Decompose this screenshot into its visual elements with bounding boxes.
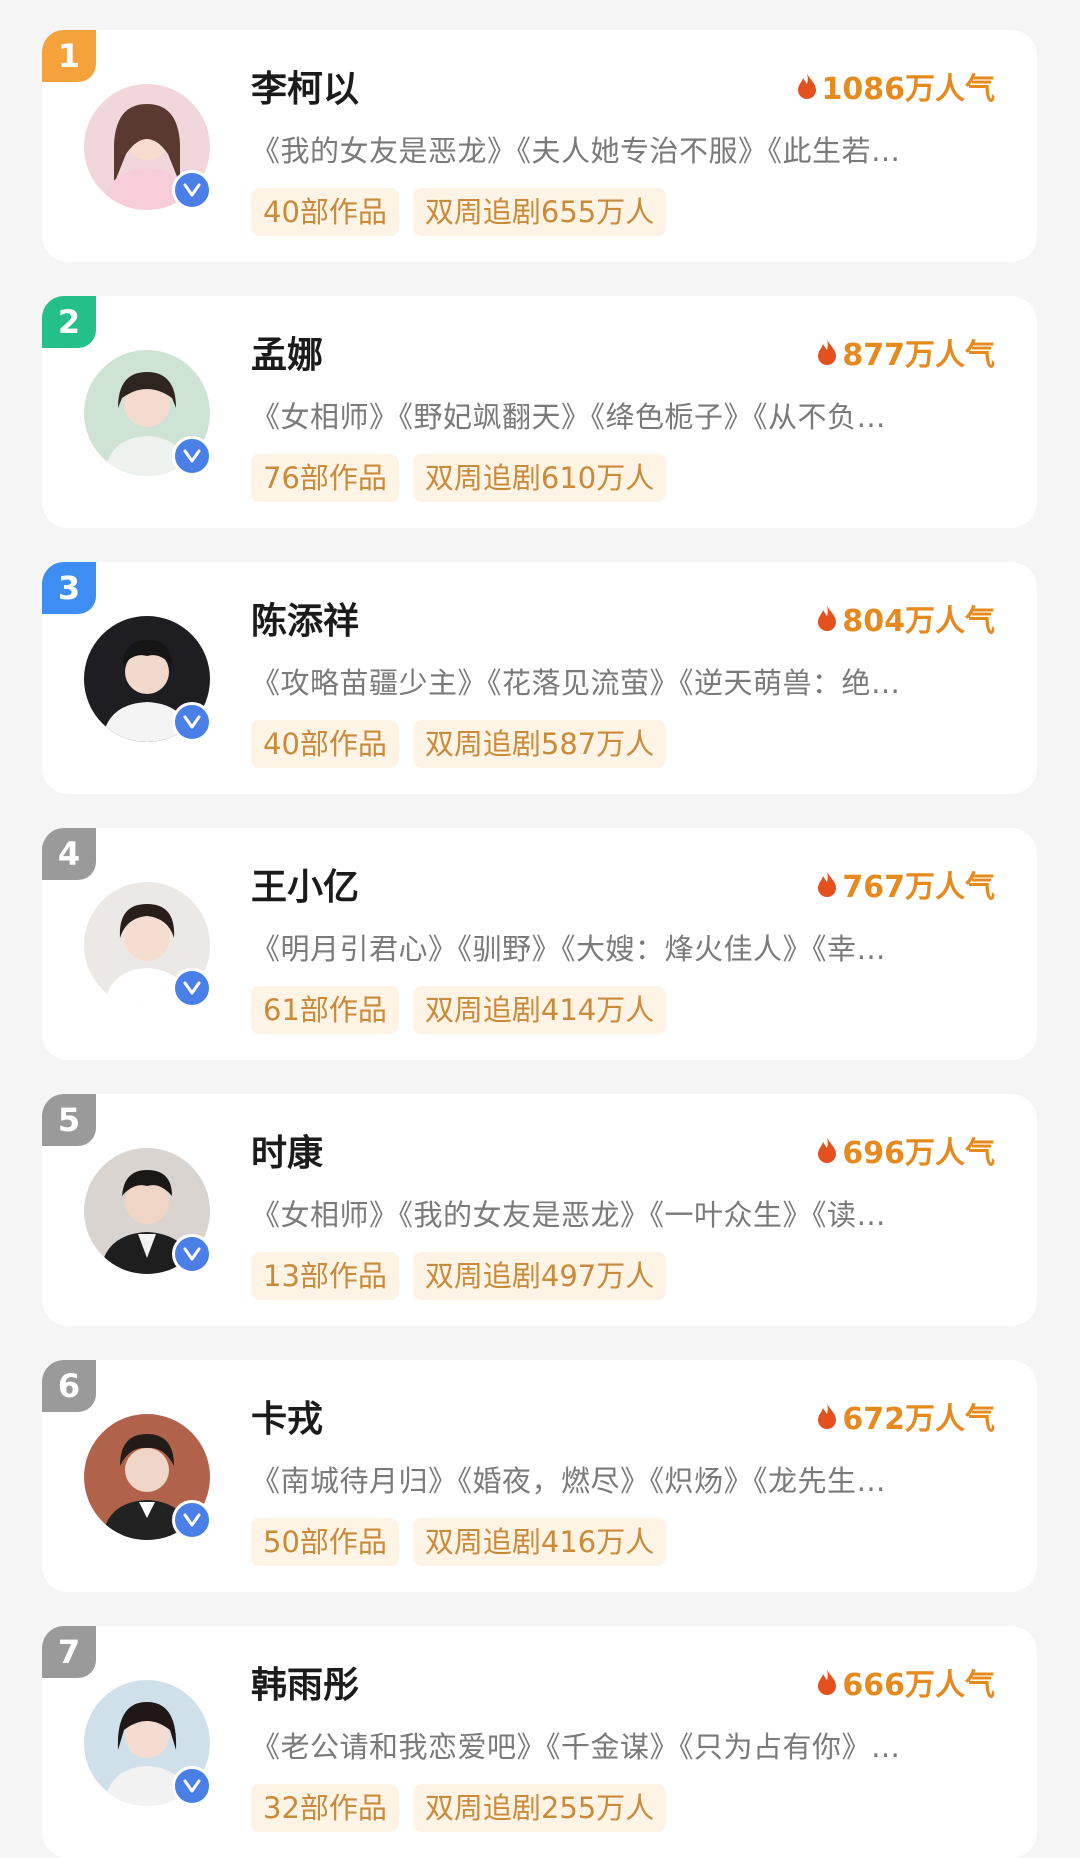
- verified-v-icon: [172, 702, 212, 742]
- biweekly-viewers-tag: 双周追剧414万人: [412, 986, 667, 1034]
- performer-card-4[interactable]: 4 王小亿 767万人气 《明月引君心》《驯野》《大嫂：烽火佳人》《幸… 61部…: [42, 828, 1037, 1060]
- works-list: 《女相师》《野妃飒翻天》《绛色栀子》《从不负…: [251, 400, 887, 434]
- rank-badge: 6: [42, 1360, 96, 1412]
- biweekly-viewers-tag: 双周追剧255万人: [412, 1784, 667, 1832]
- popularity: 804万人气: [816, 596, 995, 640]
- popularity: 672万人气: [816, 1394, 995, 1438]
- stats-tags: 40部作品 双周追剧587万人: [251, 720, 667, 768]
- performer-card-5[interactable]: 5 时康 696万人气 《女相师》《我的女友是恶龙》《一叶众生》《读… 13部作…: [42, 1094, 1037, 1326]
- stats-tags: 40部作品 双周追剧655万人: [251, 188, 667, 236]
- works-count-tag: 40部作品: [251, 188, 399, 236]
- popularity: 1086万人气: [796, 64, 996, 108]
- stats-tags: 61部作品 双周追剧414万人: [251, 986, 667, 1034]
- biweekly-viewers-tag: 双周追剧497万人: [412, 1252, 667, 1300]
- popularity: 877万人气: [816, 330, 995, 374]
- popularity-value: 804万人气: [842, 604, 995, 639]
- verified-v-icon: [172, 1766, 212, 1806]
- rank-badge: 1: [42, 30, 96, 82]
- works-list: 《我的女友是恶龙》《夫人她专治不服》《此生若…: [251, 134, 901, 168]
- verified-v-icon: [172, 968, 212, 1008]
- works-count-tag: 50部作品: [251, 1518, 399, 1566]
- biweekly-viewers-tag: 双周追剧587万人: [412, 720, 667, 768]
- performer-card-1[interactable]: 1 李柯以 1086万人气 《我的女友是恶龙》《夫人她专治不服》《此生若… 40…: [42, 30, 1037, 262]
- rank-badge: 3: [42, 562, 96, 614]
- performer-name: 李柯以: [251, 69, 360, 110]
- verified-v-icon: [172, 436, 212, 476]
- performer-card-2[interactable]: 2 孟娜 877万人气 《女相师》《野妃飒翻天》《绛色栀子》《从不负… 76部作…: [42, 296, 1037, 528]
- stats-tags: 50部作品 双周追剧416万人: [251, 1518, 667, 1566]
- popularity-value: 767万人气: [842, 870, 995, 905]
- works-list: 《南城待月归》《婚夜，燃尽》《炽炀》《龙先生…: [251, 1464, 887, 1498]
- biweekly-viewers-tag: 双周追剧655万人: [412, 188, 667, 236]
- works-list: 《女相师》《我的女友是恶龙》《一叶众生》《读…: [251, 1198, 887, 1232]
- verified-v-icon: [172, 1500, 212, 1540]
- popularity-value: 877万人气: [842, 338, 995, 373]
- fire-icon: [816, 1402, 838, 1430]
- popularity: 696万人气: [816, 1128, 995, 1172]
- performer-card-3[interactable]: 3 陈添祥 804万人气 《攻略苗疆少主》《花落见流萤》《逆天萌兽：绝… 40部…: [42, 562, 1037, 794]
- performer-card-6[interactable]: 6 卡戎 672万人气 《南城待月归》《婚夜，燃尽》《炽炀》《龙先生… 50部作…: [42, 1360, 1037, 1592]
- fire-icon: [816, 870, 838, 898]
- works-list: 《老公请和我恋爱吧》《千金谋》《只为占有你》…: [251, 1730, 901, 1764]
- performer-card-7[interactable]: 7 韩雨彤 666万人气 《老公请和我恋爱吧》《千金谋》《只为占有你》… 32部…: [42, 1626, 1037, 1858]
- works-list: 《明月引君心》《驯野》《大嫂：烽火佳人》《幸…: [251, 932, 887, 966]
- verified-v-icon: [172, 170, 212, 210]
- works-list: 《攻略苗疆少主》《花落见流萤》《逆天萌兽：绝…: [251, 666, 901, 700]
- performer-name: 孟娜: [251, 335, 324, 376]
- rank-badge: 4: [42, 828, 96, 880]
- stats-tags: 76部作品 双周追剧610万人: [251, 454, 667, 502]
- performer-name: 时康: [251, 1133, 324, 1174]
- rank-badge: 5: [42, 1094, 96, 1146]
- biweekly-viewers-tag: 双周追剧610万人: [412, 454, 667, 502]
- popularity-value: 666万人气: [842, 1668, 995, 1703]
- performer-name: 韩雨彤: [251, 1665, 360, 1706]
- popularity: 666万人气: [816, 1660, 995, 1704]
- fire-icon: [816, 604, 838, 632]
- fire-icon: [816, 1136, 838, 1164]
- fire-icon: [816, 338, 838, 366]
- rank-badge: 7: [42, 1626, 96, 1678]
- rank-badge: 2: [42, 296, 96, 348]
- works-count-tag: 13部作品: [251, 1252, 399, 1300]
- works-count-tag: 32部作品: [251, 1784, 399, 1832]
- performer-name: 王小亿: [251, 867, 360, 908]
- stats-tags: 32部作品 双周追剧255万人: [251, 1784, 667, 1832]
- popularity-value: 672万人气: [842, 1402, 995, 1437]
- verified-v-icon: [172, 1234, 212, 1274]
- biweekly-viewers-tag: 双周追剧416万人: [412, 1518, 667, 1566]
- fire-icon: [816, 1668, 838, 1696]
- works-count-tag: 61部作品: [251, 986, 399, 1034]
- popularity-value: 1086万人气: [821, 72, 996, 107]
- performer-name: 卡戎: [251, 1399, 324, 1440]
- popularity-value: 696万人气: [842, 1136, 995, 1171]
- fire-icon: [796, 72, 818, 100]
- works-count-tag: 40部作品: [251, 720, 399, 768]
- works-count-tag: 76部作品: [251, 454, 399, 502]
- stats-tags: 13部作品 双周追剧497万人: [251, 1252, 667, 1300]
- popularity: 767万人气: [816, 862, 995, 906]
- performer-name: 陈添祥: [251, 601, 360, 642]
